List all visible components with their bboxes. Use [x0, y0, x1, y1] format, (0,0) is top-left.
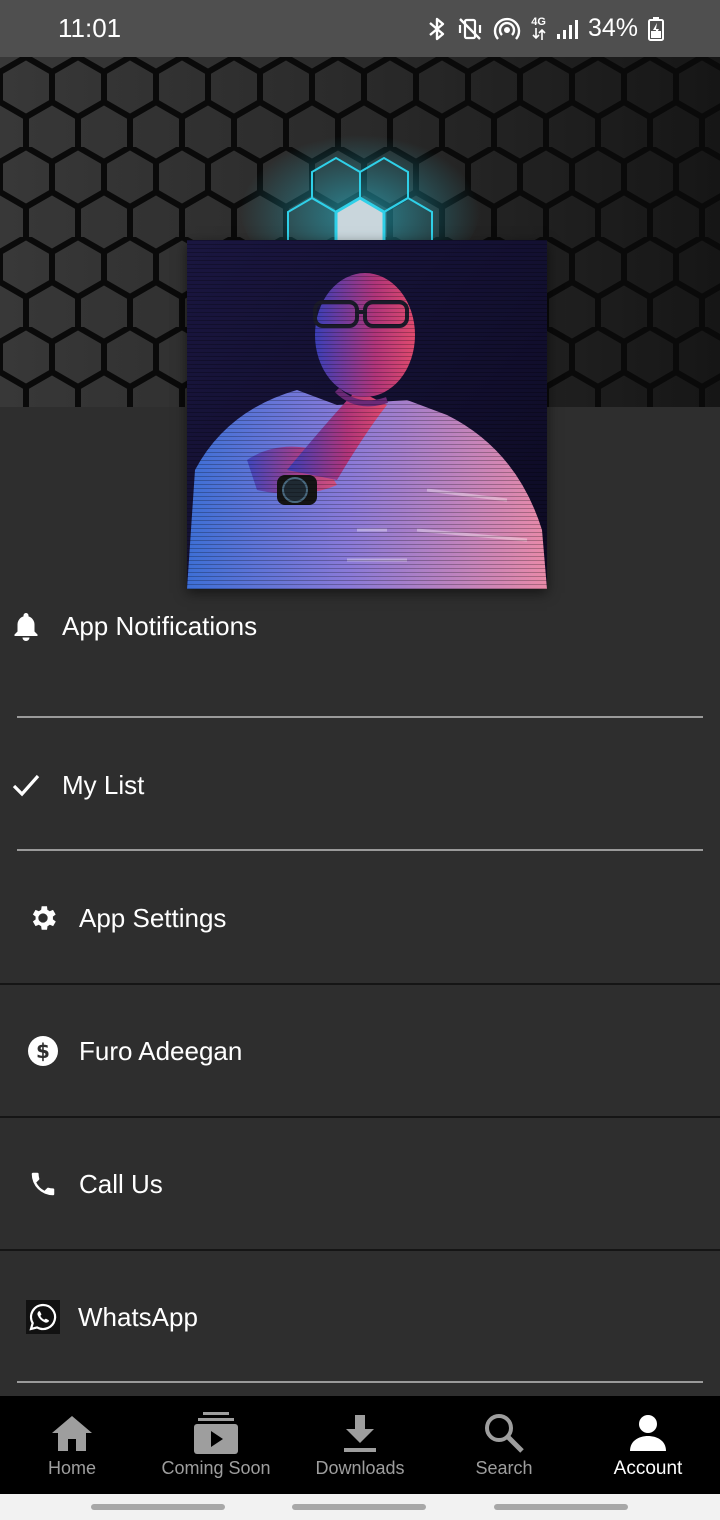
menu-item-label: App Notifications	[62, 610, 258, 641]
battery-charging-icon	[648, 16, 664, 41]
hotspot-icon	[493, 16, 521, 42]
menu-item-label: Call Us	[79, 1168, 163, 1199]
menu-item-label: My List	[62, 769, 145, 800]
menu-divider	[0, 1249, 720, 1251]
vibrate-mute-icon	[457, 17, 483, 41]
gesture-pill[interactable]	[292, 1504, 426, 1510]
coming-soon-icon	[193, 1410, 239, 1456]
status-icons: 4G 34%	[427, 14, 664, 43]
gesture-pill[interactable]	[494, 1504, 628, 1510]
bottom-navigation: Home Coming Soon Downloads Search Accoun…	[0, 1396, 720, 1494]
nav-label: Downloads	[315, 1458, 405, 1478]
search-icon	[483, 1410, 525, 1456]
menu-divider	[17, 1381, 703, 1383]
menu-item-app-notifications[interactable]: App Notifications	[0, 604, 720, 648]
menu-item-label: WhatsApp	[78, 1301, 198, 1332]
nav-coming-soon[interactable]: Coming Soon	[144, 1396, 288, 1494]
menu-item-call-us[interactable]: Call Us	[0, 1162, 720, 1206]
nav-label: Account	[613, 1458, 683, 1479]
profile-avatar-image[interactable]	[187, 240, 547, 589]
bluetooth-icon	[427, 16, 447, 42]
signal-icon	[556, 18, 578, 40]
menu-divider	[17, 849, 703, 851]
system-gesture-bar	[0, 1494, 720, 1520]
nav-label: Search	[475, 1458, 533, 1478]
download-icon	[342, 1410, 378, 1456]
network-4g-icon: 4G	[531, 17, 546, 40]
nav-home[interactable]: Home	[0, 1396, 144, 1494]
account-icon	[628, 1410, 668, 1456]
phone-icon	[27, 1168, 59, 1200]
menu-item-furo-adeegan[interactable]: $ Furo Adeegan	[0, 1029, 720, 1073]
account-screen: 11:01 4G 34% App Notifications My List A…	[0, 0, 720, 1520]
menu-item-app-settings[interactable]: App Settings	[0, 896, 720, 940]
menu-item-my-list[interactable]: My List	[0, 763, 720, 807]
menu-item-label: App Settings	[79, 902, 227, 933]
menu-divider	[0, 983, 720, 985]
nav-label: Home	[47, 1458, 96, 1478]
menu-divider	[0, 1116, 720, 1118]
nav-account[interactable]: Account	[576, 1396, 720, 1494]
gesture-pill[interactable]	[91, 1504, 225, 1510]
status-bar: 11:01 4G 34%	[0, 0, 720, 57]
menu-divider	[17, 716, 703, 718]
bell-icon	[10, 610, 42, 642]
battery-percent: 34%	[587, 14, 638, 42]
nav-search[interactable]: Search	[432, 1396, 576, 1494]
svg-text:$: $	[36, 1039, 50, 1063]
nav-downloads[interactable]: Downloads	[288, 1396, 432, 1494]
whatsapp-icon	[26, 1300, 60, 1334]
gear-icon	[27, 902, 59, 934]
status-time: 11:01	[58, 13, 122, 43]
menu-item-label: Furo Adeegan	[79, 1035, 243, 1066]
check-icon	[10, 769, 42, 801]
dollar-circle-icon: $	[27, 1035, 59, 1067]
home-icon	[50, 1410, 94, 1456]
menu-item-whatsapp[interactable]: WhatsApp	[0, 1295, 720, 1339]
nav-label: Coming Soon	[161, 1458, 271, 1478]
